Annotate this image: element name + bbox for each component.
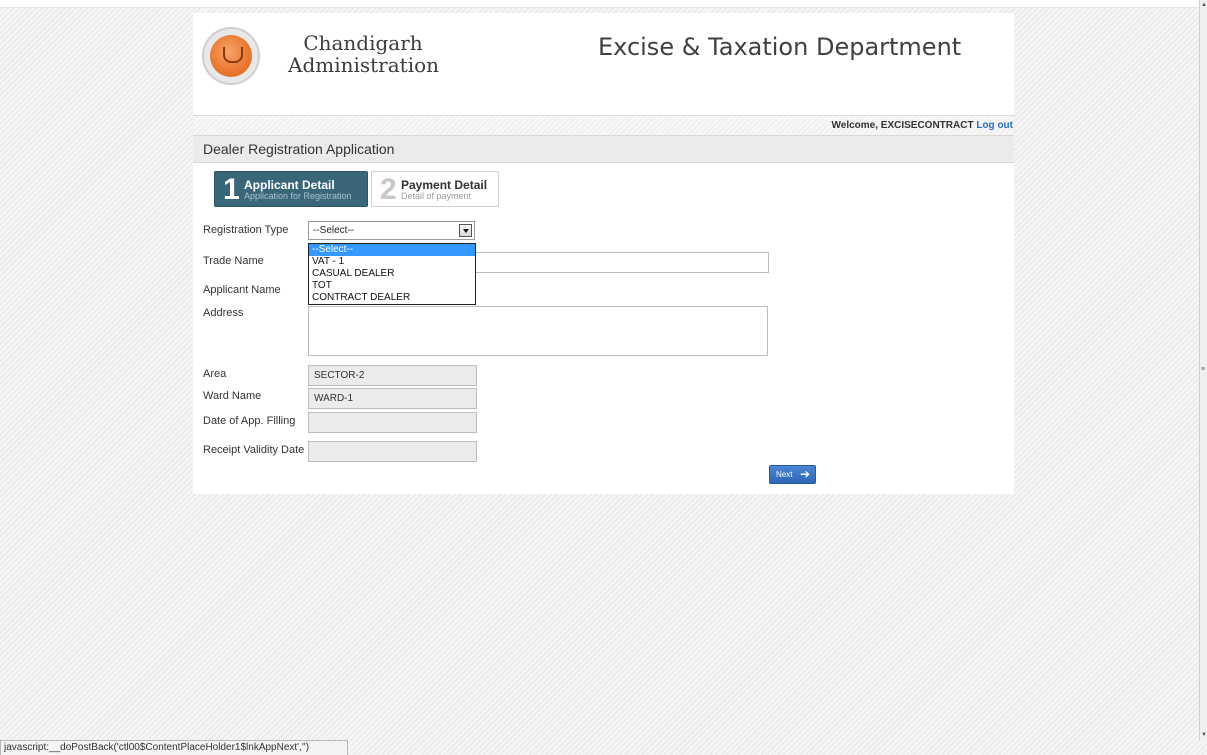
receipt-validity-date-label: Receipt Validity Date xyxy=(203,444,305,456)
browser-status-bar: javascript:__doPostBack('ctl00$ContentPl… xyxy=(0,740,348,755)
next-button-label: Next xyxy=(776,470,793,479)
welcome-text: Welcome, EXCISECONTRACT xyxy=(831,120,974,131)
dropdown-option[interactable]: CONTRACT DEALER xyxy=(309,292,475,304)
area-label: Area xyxy=(203,368,227,380)
vertical-scrollbar[interactable]: ▲ ≡ ▼ xyxy=(1199,0,1207,740)
registration-type-selected: --Select-- xyxy=(313,225,355,236)
receipt-validity-date-field xyxy=(308,441,477,462)
dropdown-option[interactable]: VAT - 1 xyxy=(309,256,475,268)
applicant-name-label: Applicant Name xyxy=(203,284,281,296)
trade-name-label: Trade Name xyxy=(203,255,264,267)
next-button[interactable]: Next ➔ xyxy=(769,465,816,484)
brand-line-1: Chandigarh xyxy=(303,31,423,55)
step-number: 1 xyxy=(223,173,240,206)
user-bar: Welcome, EXCISECONTRACT Log out xyxy=(193,115,1014,135)
dropdown-option[interactable]: TOT xyxy=(309,280,475,292)
step-title: Applicant Detail xyxy=(244,178,335,192)
wizard-steps: 1 Applicant Detail Application for Regis… xyxy=(193,163,1014,207)
dropdown-option[interactable]: CASUAL DEALER xyxy=(309,268,475,280)
step-applicant-detail[interactable]: 1 Applicant Detail Application for Regis… xyxy=(214,171,368,207)
address-label: Address xyxy=(203,307,244,319)
department-title: Excise & Taxation Department xyxy=(598,33,962,61)
dropdown-option[interactable]: --Select-- xyxy=(309,244,475,256)
site-header: Chandigarh Administration Excise & Taxat… xyxy=(193,13,1014,115)
ward-name-field: WARD-1 xyxy=(308,388,477,409)
registration-type-label: Registration Type xyxy=(203,224,289,236)
brand-line-2: Administration xyxy=(288,53,440,77)
browser-top-edge xyxy=(0,0,1199,8)
step-subtitle: Detail of payment xyxy=(401,191,472,201)
scroll-down-arrow-icon[interactable]: ▼ xyxy=(1201,732,1207,738)
main-page: Chandigarh Administration Excise & Taxat… xyxy=(193,13,1014,494)
scroll-grip-icon[interactable]: ≡ xyxy=(1201,366,1205,373)
date-app-filling-field xyxy=(308,412,477,433)
area-field: SECTOR-2 xyxy=(308,365,477,386)
brand-title: Chandigarh Administration xyxy=(288,31,440,77)
chevron-down-icon[interactable] xyxy=(459,224,472,237)
date-app-filling-label: Date of App. Filling xyxy=(203,415,296,427)
scroll-up-arrow-icon[interactable]: ▲ xyxy=(1201,2,1207,8)
ward-name-label: Ward Name xyxy=(203,390,262,402)
address-textarea[interactable] xyxy=(308,306,768,356)
step-payment-detail[interactable]: 2 Payment Detail Detail of payment xyxy=(371,171,499,207)
page-title: Dealer Registration Application xyxy=(193,135,1014,163)
chandigarh-emblem-icon xyxy=(202,27,260,85)
registration-type-select[interactable]: --Select-- xyxy=(308,221,475,240)
step-subtitle: Application for Registration xyxy=(244,191,352,201)
step-title: Payment Detail xyxy=(401,178,488,192)
arrow-right-icon: ➔ xyxy=(799,467,810,481)
step-number: 2 xyxy=(380,173,397,206)
logout-link[interactable]: Log out xyxy=(976,120,1013,131)
emblem-hand-icon xyxy=(210,35,252,77)
registration-type-dropdown: --Select-- VAT - 1 CASUAL DEALER TOT CON… xyxy=(308,243,476,305)
